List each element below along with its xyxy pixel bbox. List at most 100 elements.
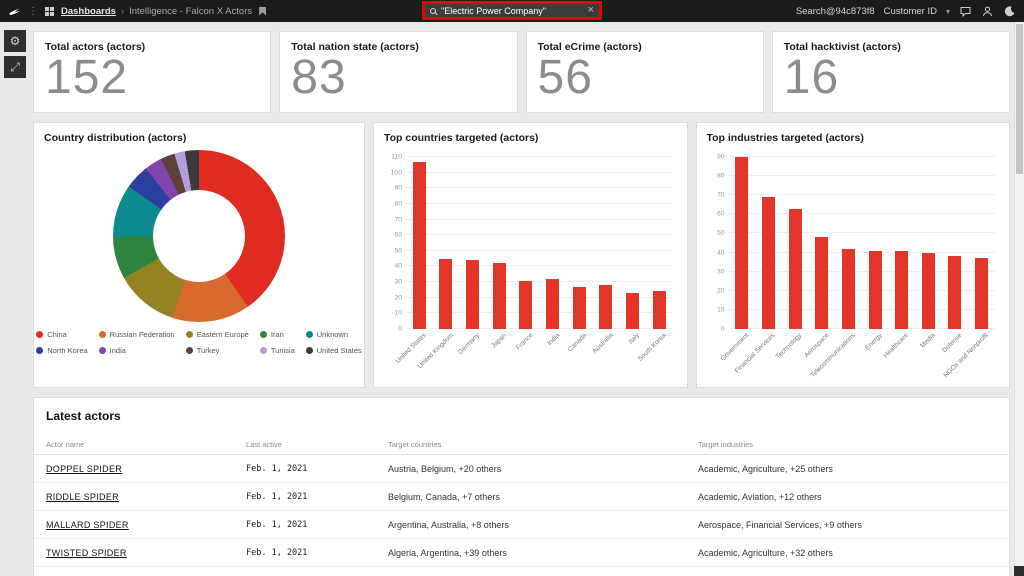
legend-item-tunisia[interactable]: Tunisia bbox=[260, 346, 295, 355]
search-input[interactable] bbox=[441, 6, 583, 16]
table-row[interactable]: MALLARD SPIDER Feb. 1, 2021 Argentina, A… bbox=[34, 511, 1009, 539]
actor-name-link[interactable]: RIDDLE SPIDER bbox=[46, 492, 246, 502]
bar-france[interactable] bbox=[519, 281, 532, 329]
scrollbar-corner bbox=[1014, 566, 1024, 576]
table-row[interactable]: DOPPEL SPIDER Feb. 1, 2021 Austria, Belg… bbox=[34, 455, 1009, 483]
dark-mode-moon-icon[interactable] bbox=[1003, 5, 1016, 18]
y-axis-tick-label: 90 bbox=[717, 154, 725, 161]
x-axis-label: Energy bbox=[864, 332, 884, 352]
legend-item-eastern-europe[interactable]: Eastern Europe bbox=[186, 330, 249, 339]
bar-government[interactable] bbox=[735, 157, 748, 329]
x-axis-label: Australia bbox=[591, 332, 614, 355]
apps-grid-icon[interactable] bbox=[45, 7, 54, 16]
bar-media[interactable] bbox=[922, 253, 935, 329]
bar-healthcare[interactable] bbox=[895, 251, 908, 329]
legend-item-turkey[interactable]: Turkey bbox=[186, 346, 249, 355]
bar-south-korea[interactable] bbox=[653, 291, 666, 329]
stat-value: 152 bbox=[45, 53, 259, 103]
y-axis-tick-label: 50 bbox=[717, 230, 725, 237]
bar-italy[interactable] bbox=[626, 293, 639, 329]
y-axis-tick-label: 0 bbox=[398, 326, 402, 333]
legend-item-china[interactable]: China bbox=[36, 330, 87, 339]
legend-item-united-states[interactable]: United States bbox=[306, 346, 362, 355]
bar-energy[interactable] bbox=[869, 251, 882, 329]
legend-label: United States bbox=[317, 346, 362, 355]
actor-name-link[interactable]: TWISTED SPIDER bbox=[46, 548, 246, 558]
breadcrumb-dashboards-link[interactable]: Dashboards bbox=[61, 6, 116, 17]
customer-id-dropdown[interactable]: Customer ID bbox=[884, 6, 937, 17]
x-axis-label: Italy bbox=[627, 332, 641, 346]
y-axis-tick-label: 60 bbox=[394, 232, 402, 239]
bar-technology[interactable] bbox=[789, 209, 802, 329]
bar-india[interactable] bbox=[546, 279, 559, 329]
legend-item-unknown[interactable]: Unknown bbox=[306, 330, 362, 339]
annotation-highlight-box: × bbox=[422, 1, 602, 20]
bar-germany[interactable] bbox=[466, 260, 479, 329]
donut-legend: ChinaRussian FederationEastern EuropeIra… bbox=[44, 330, 354, 355]
table-row[interactable]: TWISTED SPIDER Feb. 1, 2021 Algeria, Arg… bbox=[34, 539, 1009, 567]
target-industries-cell: Academic, Agriculture, +25 others bbox=[698, 464, 997, 474]
legend-item-russian-federation[interactable]: Russian Federation bbox=[99, 330, 175, 339]
clear-search-icon[interactable]: × bbox=[588, 5, 594, 16]
top-countries-chart: 0102030405060708090100110 United StatesU… bbox=[384, 151, 679, 381]
breadcrumb-current: Intelligence - Falcon X Actors bbox=[129, 6, 252, 17]
legend-item-north-korea[interactable]: North Korea bbox=[36, 346, 87, 355]
x-axis-label: Canada bbox=[566, 332, 587, 353]
bar-japan[interactable] bbox=[493, 263, 506, 329]
bar-australia[interactable] bbox=[599, 285, 612, 329]
scrollbar-thumb[interactable] bbox=[1016, 24, 1023, 174]
legend-item-iran[interactable]: Iran bbox=[260, 330, 295, 339]
legend-dot bbox=[186, 347, 193, 354]
actor-name-link[interactable]: MALLARD SPIDER bbox=[46, 520, 246, 530]
bookmark-icon[interactable] bbox=[259, 7, 266, 16]
bar-united-kingdom[interactable] bbox=[439, 259, 452, 329]
legend-label: India bbox=[110, 346, 126, 355]
kebab-menu-icon[interactable]: ⋮ bbox=[28, 6, 38, 17]
plot-area: 0102030405060708090100110 bbox=[406, 157, 673, 329]
vertical-scrollbar[interactable] bbox=[1014, 22, 1024, 576]
charts-row: Country distribution (actors) ChinaRussi… bbox=[33, 122, 1010, 388]
y-axis-tick-label: 40 bbox=[717, 249, 725, 256]
bar-ngos-and-nonprofit[interactable] bbox=[975, 258, 988, 329]
y-axis-tick-label: 0 bbox=[721, 326, 725, 333]
chevron-down-icon[interactable]: ▾ bbox=[946, 7, 950, 16]
top-countries-card: Top countries targeted (actors) 01020304… bbox=[373, 122, 688, 388]
legend-dot bbox=[260, 347, 267, 354]
target-countries-cell: Austria, Belgium, +20 others bbox=[388, 464, 698, 474]
account-label[interactable]: Search@94c873f8 bbox=[796, 6, 875, 17]
chart-title: Top industries targeted (actors) bbox=[707, 132, 1000, 144]
bar-financial-services[interactable] bbox=[762, 197, 775, 329]
expand-fullscreen-button[interactable]: ⤢ bbox=[4, 56, 26, 78]
x-axis-label: Media bbox=[919, 332, 937, 350]
y-axis-tick-label: 30 bbox=[717, 268, 725, 275]
column-header-last-active: Last active bbox=[246, 440, 388, 449]
bar-defense[interactable] bbox=[948, 256, 961, 329]
x-axis-label: Defense bbox=[941, 332, 963, 354]
actor-name-link[interactable]: DOPPEL SPIDER bbox=[46, 464, 246, 474]
legend-label: Unknown bbox=[317, 330, 348, 339]
y-axis-tick-label: 90 bbox=[394, 185, 402, 192]
legend-label: Russian Federation bbox=[110, 330, 175, 339]
bar-telecommunications[interactable] bbox=[842, 249, 855, 329]
country-distribution-card: Country distribution (actors) ChinaRussi… bbox=[33, 122, 365, 388]
table-row[interactable]: RIDDLE SPIDER Feb. 1, 2021 Belgium, Cana… bbox=[34, 483, 1009, 511]
top-industries-chart: 0102030405060708090 GovernmentFinancial … bbox=[707, 151, 1002, 381]
country-distribution-donut[interactable] bbox=[113, 150, 285, 322]
user-icon[interactable] bbox=[981, 5, 994, 18]
bar-canada[interactable] bbox=[573, 287, 586, 329]
legend-item-india[interactable]: India bbox=[99, 346, 175, 355]
x-axis-label: Germany bbox=[457, 332, 481, 356]
stats-row: Total actors (actors) 152 Total nation s… bbox=[33, 31, 1010, 113]
bar-united-states[interactable] bbox=[413, 162, 426, 329]
last-active-cell: Feb. 1, 2021 bbox=[246, 520, 388, 530]
actors-table-body: DOPPEL SPIDER Feb. 1, 2021 Austria, Belg… bbox=[34, 455, 1009, 567]
y-axis-tick-label: 60 bbox=[717, 211, 725, 218]
stat-card-nation-state: Total nation state (actors) 83 bbox=[279, 31, 517, 113]
bar-aerospace[interactable] bbox=[815, 237, 828, 329]
stat-value: 56 bbox=[538, 53, 752, 103]
y-axis-tick-label: 10 bbox=[717, 306, 725, 313]
legend-dot bbox=[306, 331, 313, 338]
settings-gear-button[interactable]: ⚙ bbox=[4, 30, 26, 52]
legend-label: Eastern Europe bbox=[197, 330, 249, 339]
chat-icon[interactable] bbox=[959, 5, 972, 18]
